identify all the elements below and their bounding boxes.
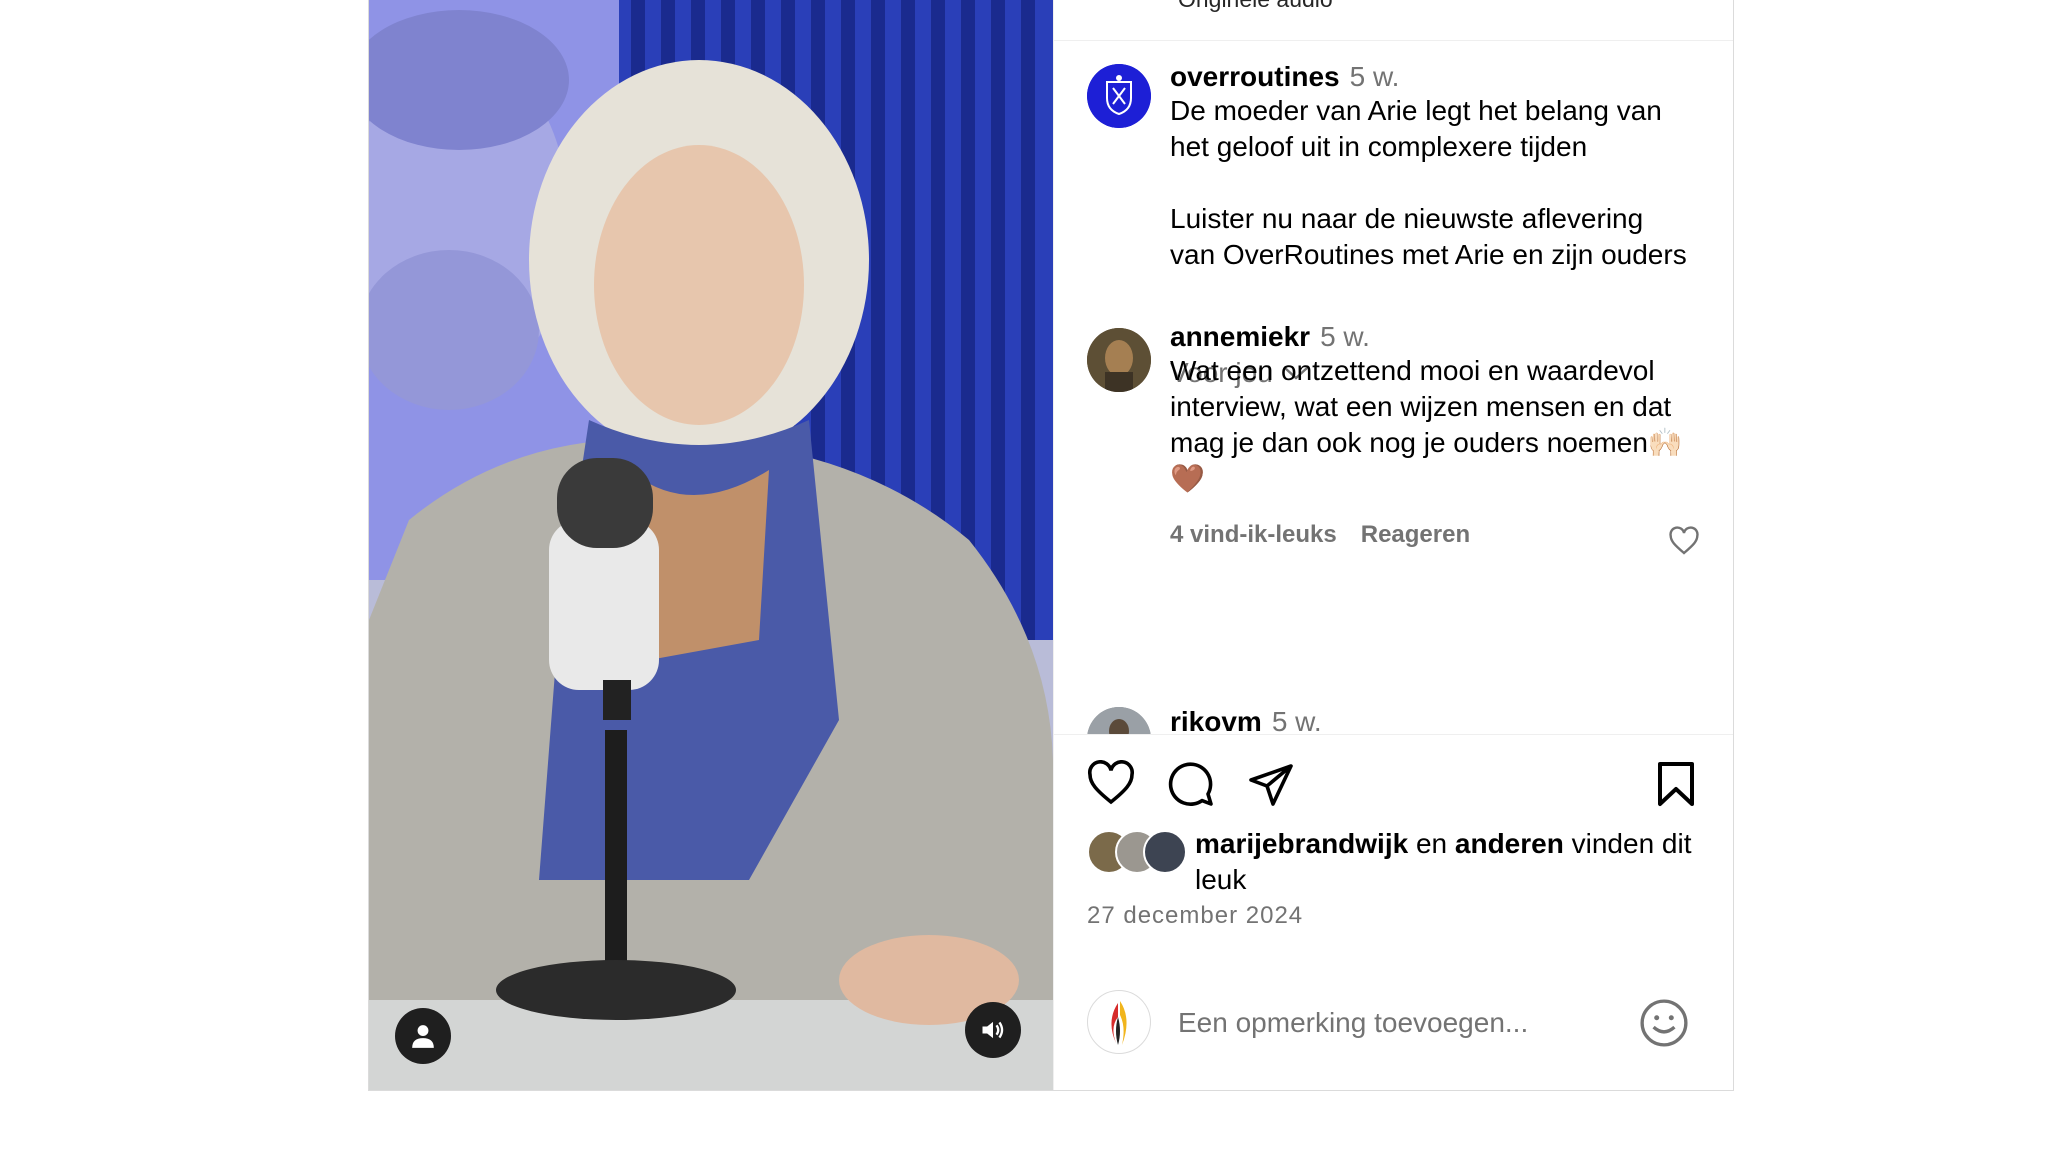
comment-icon[interactable] — [1167, 760, 1215, 808]
post-modal: Originele audio overroutines 5 w. De moed… — [368, 0, 1734, 1091]
divider — [1054, 734, 1733, 735]
author-username[interactable]: overroutines — [1170, 61, 1340, 92]
heart-icon[interactable] — [1087, 760, 1135, 806]
likes-summary: marijebrandwijk en anderen vinden dit le… — [1087, 826, 1707, 898]
post-details-pane: Originele audio overroutines 5 w. De moed… — [1053, 0, 1733, 1090]
comment: rikovm 5 w. — [1170, 706, 1690, 734]
comment-input[interactable] — [1176, 1000, 1620, 1046]
comment-age: 5 w. — [1271, 706, 1322, 734]
action-bar — [1054, 760, 1733, 810]
bookmark-icon[interactable] — [1654, 760, 1698, 808]
profile-photo — [1087, 707, 1151, 734]
commenter-avatar[interactable] — [1087, 328, 1151, 392]
comment-username[interactable]: rikovm — [1170, 706, 1262, 734]
reply-button[interactable]: Reageren — [1361, 521, 1470, 548]
flame-logo-icon — [1111, 1001, 1127, 1045]
tagged-users-button[interactable] — [395, 1008, 451, 1064]
comment-text: Wat een ontzettend mooi en waardevol int… — [1170, 355, 1683, 494]
commenter-avatar[interactable] — [1087, 707, 1151, 734]
profile-photo — [1087, 328, 1151, 392]
liker-avatars[interactable] — [1087, 830, 1187, 874]
speaker-icon — [982, 1021, 1004, 1039]
caption-text: De moeder van Arie legt het belang van h… — [1170, 95, 1687, 270]
send-icon[interactable] — [1247, 760, 1295, 808]
post-date[interactable]: 27 december 2024 — [1087, 902, 1303, 930]
video-frame — [369, 0, 1053, 1090]
liker-username[interactable]: marijebrandwijk — [1195, 828, 1408, 859]
likes-connector: en — [1415, 828, 1448, 859]
smiley-icon[interactable] — [1639, 998, 1689, 1048]
comment-likes[interactable]: 4 vind-ik-leuks — [1170, 521, 1337, 548]
current-user-avatar[interactable] — [1087, 990, 1151, 1054]
like-comment-heart-icon[interactable] — [1668, 526, 1700, 556]
avatar — [1143, 830, 1187, 874]
comment-composer — [1054, 990, 1733, 1060]
mute-toggle-button[interactable] — [965, 1002, 1021, 1058]
caption: overroutines 5 w. De moeder van Arie legt… — [1170, 61, 1690, 273]
brand-logo-icon — [1087, 64, 1151, 128]
audio-label[interactable]: Originele audio — [1178, 0, 1333, 13]
caption-age: 5 w. — [1349, 61, 1400, 92]
reel-video[interactable] — [369, 0, 1053, 1090]
comment: annemiekr 5 w. Wat een ontzettend mooi en… — [1170, 321, 1690, 549]
author-avatar[interactable] — [1087, 64, 1151, 128]
comment-age: 5 w. — [1320, 321, 1370, 352]
likes-others-link[interactable]: anderen — [1455, 828, 1564, 859]
comment-username[interactable]: annemiekr — [1170, 321, 1310, 352]
comments-list[interactable]: overroutines 5 w. De moeder van Arie legt… — [1054, 41, 1733, 734]
user-icon — [412, 1025, 434, 1048]
